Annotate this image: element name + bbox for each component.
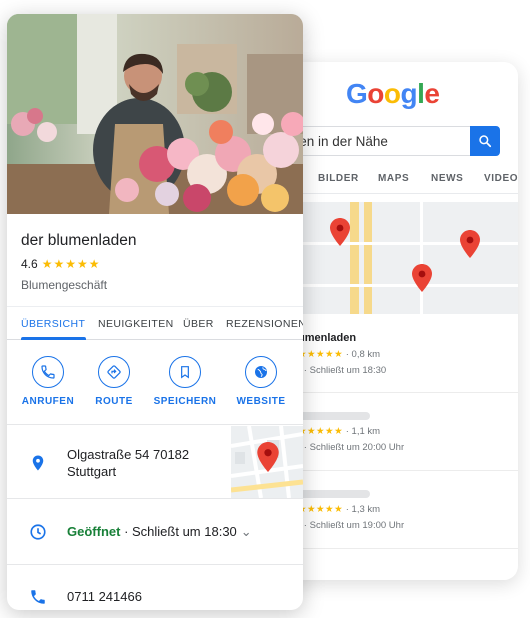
phone-icon [31, 590, 45, 604]
business-photo[interactable] [7, 14, 303, 214]
active-tab-indicator [21, 337, 86, 340]
tab-rezensionen[interactable]: REZENSIONEN [226, 318, 303, 330]
florist-photo [7, 14, 303, 214]
map-pin-icon[interactable] [330, 218, 350, 246]
business-profile-card: der blumenladen 4.6 ★★★★★ Blumengeschäft … [7, 14, 303, 610]
save-button[interactable]: SPEICHERN [153, 356, 217, 407]
website-button[interactable]: WEBSITE [229, 356, 293, 407]
map-pin-icon[interactable] [460, 230, 480, 258]
business-rating[interactable]: 4.6 ★★★★★ [21, 257, 100, 271]
business-category: Blumengeschäft [21, 278, 108, 292]
tab-news[interactable]: NEWS [431, 173, 463, 184]
call-label: ANRUFEN [21, 396, 75, 407]
route-button[interactable]: ROUTE [82, 356, 146, 407]
tab-video[interactable]: VIDEO [484, 173, 518, 184]
bookmark-icon [181, 366, 189, 379]
tab-ueber[interactable]: ÜBER [183, 318, 214, 330]
website-label: WEBSITE [236, 396, 286, 407]
business-name: der blumenladen [21, 232, 137, 249]
address-minimap[interactable] [231, 426, 303, 498]
save-label: SPEICHERN [153, 396, 217, 407]
clock-icon [30, 524, 46, 540]
tab-bilder[interactable]: BILDER [318, 173, 359, 184]
tab-uebersicht[interactable]: ÜBERSICHT [21, 318, 85, 330]
phone-number[interactable]: 0711 241466 [67, 589, 142, 604]
result-title-placeholder [298, 412, 370, 420]
closing-time: · Schließt um 18:30 [120, 524, 237, 539]
route-icon [107, 365, 121, 379]
tab-neuigkeiten[interactable]: NEUIGKEITEN [98, 318, 174, 330]
location-pin-icon [32, 455, 44, 471]
search-icon [479, 135, 492, 148]
phone-icon [41, 365, 55, 379]
open-status: Geöffnet [67, 524, 121, 539]
google-logo: Google [346, 78, 440, 109]
profile-tabs: ÜBERSICHT NEUIGKEITEN ÜBER REZENSIONEN [7, 306, 303, 340]
address-line-2: Stuttgart [67, 464, 117, 479]
rating-value: 4.6 [21, 257, 38, 271]
map-pin-icon [257, 442, 279, 472]
result-title-placeholder [298, 490, 370, 498]
chevron-down-icon[interactable]: ⌄ [241, 524, 252, 539]
app-stage: Google menläden in der Nähe BILDER MAPS … [0, 0, 530, 618]
opening-hours[interactable]: Geöffnet · Schließt um 18:30 ⌄ [67, 524, 252, 540]
map-pin-icon[interactable] [412, 264, 432, 292]
address-line-1: Olgastraße 54 70182 [67, 447, 190, 462]
search-button[interactable] [470, 126, 500, 156]
tab-maps[interactable]: MAPS [378, 173, 409, 184]
business-address[interactable]: Olgastraße 54 70182 Stuttgart [67, 446, 189, 480]
call-button[interactable]: ANRUFEN [16, 356, 80, 407]
rating-stars: ★★★★★ [41, 257, 101, 271]
route-label: ROUTE [95, 396, 133, 407]
globe-icon [255, 366, 267, 378]
